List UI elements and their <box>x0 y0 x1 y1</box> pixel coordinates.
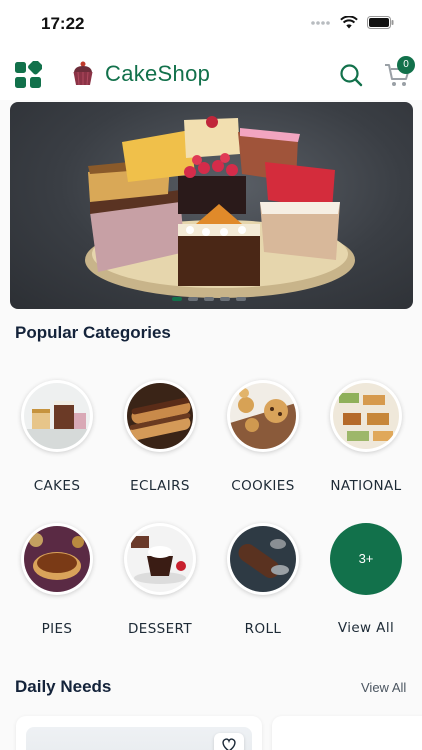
heart-icon <box>222 738 236 750</box>
product-card[interactable] <box>16 716 262 750</box>
category-dessert[interactable]: DESSERT <box>114 523 206 637</box>
dessert-image <box>127 526 193 592</box>
status-time: 17:22 <box>41 14 85 33</box>
category-image-frame <box>21 380 93 452</box>
category-label: COOKIES <box>231 478 295 494</box>
wifi-icon <box>340 16 358 29</box>
cupcake-logo-icon <box>73 61 93 86</box>
product-card[interactable] <box>272 716 422 750</box>
category-label: DESSERT <box>127 621 193 637</box>
category-cookies[interactable]: COOKIES <box>217 380 309 494</box>
category-label: PIES <box>41 621 73 637</box>
daily-needs-title: Daily Needs <box>15 677 112 696</box>
national-image <box>333 383 399 449</box>
popular-categories-title: Popular Categories <box>15 323 171 342</box>
category-grid-icon[interactable] <box>14 61 42 89</box>
category-national[interactable]: NATIONAL <box>320 380 412 494</box>
cake-platter-image <box>85 116 355 298</box>
category-label: NATIONAL <box>330 478 402 494</box>
pagination-dot[interactable] <box>220 297 230 301</box>
category-label: CAKES <box>33 478 81 494</box>
battery-icon <box>367 16 394 29</box>
brand-name: CakeShop <box>105 61 211 86</box>
pagination-dot[interactable] <box>204 297 214 301</box>
category-image-frame <box>21 523 93 595</box>
banner-pagination <box>172 297 246 301</box>
pagination-dot[interactable] <box>236 297 246 301</box>
pagination-dot[interactable] <box>188 297 198 301</box>
app-header: CakeShop <box>0 48 422 100</box>
pies-image <box>24 526 90 592</box>
favorite-button[interactable] <box>214 733 244 750</box>
category-image-frame <box>124 380 196 452</box>
cakes-image <box>24 383 90 449</box>
category-label: ROLL <box>244 621 282 637</box>
category-pies[interactable]: PIES <box>11 523 103 637</box>
category-roll[interactable]: ROLL <box>217 523 309 637</box>
view-all-count-badge[interactable]: 3+ <box>330 523 402 595</box>
category-image-frame <box>124 523 196 595</box>
hero-banner[interactable] <box>10 102 413 309</box>
search-icon[interactable] <box>339 63 363 87</box>
category-eclairs[interactable]: ECLAIRS <box>114 380 206 494</box>
status-bar: 17:22 <box>0 0 422 48</box>
status-icons <box>311 16 394 29</box>
category-cakes[interactable]: CAKES <box>11 380 103 494</box>
category-view-all[interactable]: 3+ View All <box>320 523 412 636</box>
category-image-frame <box>227 523 299 595</box>
category-image-frame <box>227 380 299 452</box>
cookies-image <box>230 383 296 449</box>
signal-icon <box>311 20 330 25</box>
view-all-categories-label: View All <box>337 620 395 636</box>
daily-needs-view-all-link[interactable]: View All <box>361 680 406 695</box>
cart-count-badge: 0 <box>397 56 415 74</box>
category-label: ECLAIRS <box>130 478 190 494</box>
eclairs-image <box>127 383 193 449</box>
pagination-dot[interactable] <box>172 297 182 301</box>
roll-image <box>230 526 296 592</box>
category-image-frame <box>330 380 402 452</box>
